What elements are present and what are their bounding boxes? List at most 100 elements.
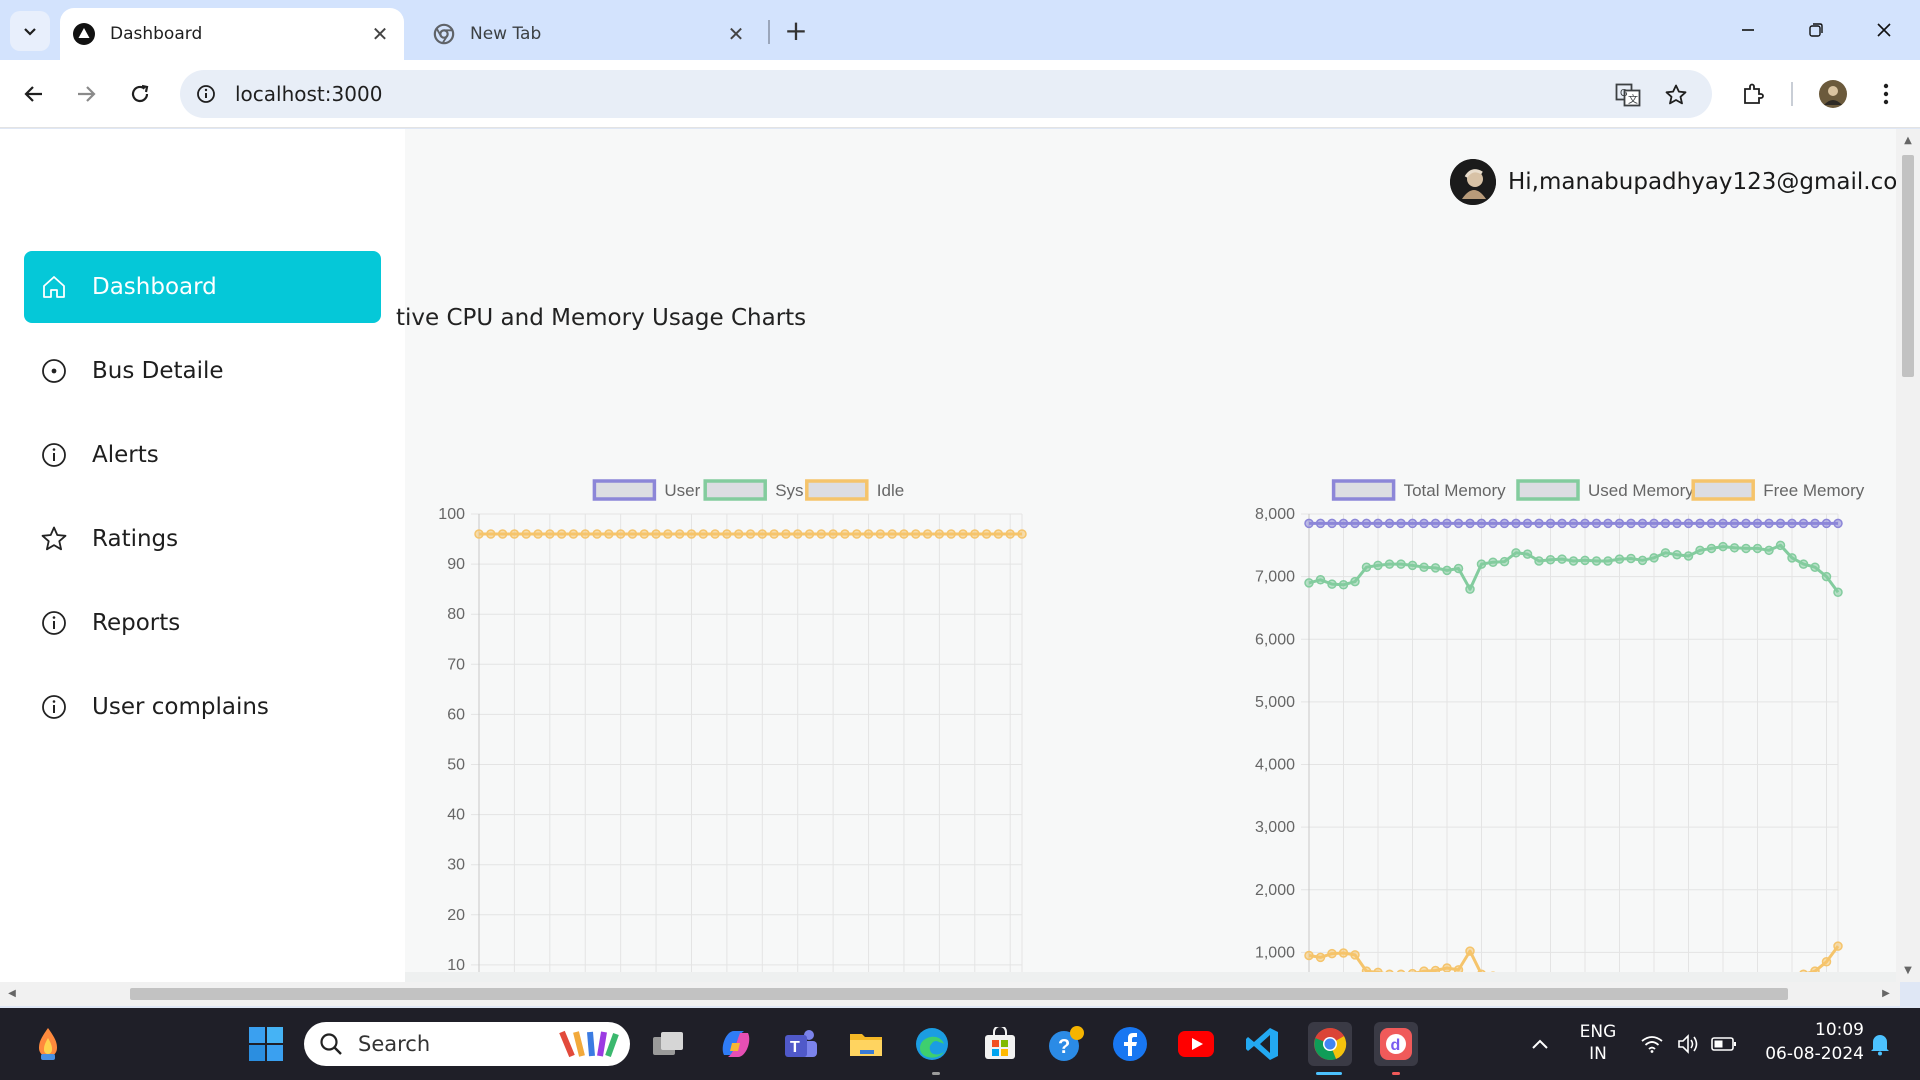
file-explorer-icon[interactable] — [846, 1024, 886, 1064]
data-point — [1626, 553, 1636, 564]
close-window-button[interactable] — [1864, 10, 1904, 50]
data-point — [981, 529, 992, 539]
sidebar-item-reports[interactable]: Reports — [24, 587, 381, 659]
data-point — [993, 529, 1004, 539]
user-greeting: Hi,manabupadhyay123@gmail.com — [1508, 169, 1900, 195]
y-tick-label: 100 — [438, 506, 465, 523]
y-tick-label: 4,000 — [1255, 757, 1295, 774]
back-button[interactable] — [14, 74, 54, 114]
svg-text:d: d — [1391, 1037, 1401, 1054]
y-tick-label: 7,000 — [1255, 569, 1295, 586]
data-point — [710, 529, 720, 539]
region-code: IN — [1589, 1044, 1607, 1064]
data-point — [1833, 941, 1843, 951]
site-info-icon[interactable] — [192, 80, 220, 108]
browser-menu-button[interactable] — [1866, 74, 1906, 114]
cpu-usage-chart: 0102030405060708090100147101316192225283… — [438, 479, 1027, 982]
sidebar-item-dashboard[interactable]: Dashboard — [24, 251, 381, 323]
y-tick-label: 50 — [447, 757, 465, 774]
data-point — [1545, 518, 1556, 529]
data-point — [1511, 548, 1521, 558]
start-button[interactable] — [246, 1024, 286, 1064]
reload-button[interactable] — [120, 74, 160, 114]
youtube-icon[interactable] — [1176, 1024, 1216, 1064]
extensions-icon[interactable] — [1733, 74, 1773, 114]
data-point — [1683, 518, 1694, 529]
scroll-left-icon[interactable]: ◀ — [6, 988, 18, 1000]
restore-button[interactable] — [1796, 10, 1836, 50]
translate-icon[interactable]: G文 — [1613, 80, 1643, 110]
clock[interactable]: 10:09 06-08-2024 — [1752, 1020, 1864, 1064]
data-point — [1453, 563, 1464, 574]
legend-label: Total Memory — [1404, 481, 1507, 500]
wifi-icon[interactable] — [1632, 1024, 1672, 1064]
tab-search-button[interactable] — [10, 11, 50, 51]
weather-widget-icon[interactable] — [28, 1024, 68, 1064]
horizontal-scrollbar[interactable]: ◀ ▶ — [0, 982, 1900, 1006]
data-point — [1407, 560, 1418, 571]
legend-swatch — [592, 479, 657, 501]
y-tick-label: 6,000 — [1255, 631, 1295, 648]
battery-icon[interactable] — [1704, 1024, 1744, 1064]
scroll-up-icon[interactable]: ▲ — [1902, 135, 1914, 147]
microsoft-store-icon[interactable] — [980, 1024, 1020, 1064]
close-tab-icon[interactable]: ✕ — [722, 20, 750, 48]
data-point — [1396, 518, 1406, 529]
sidebar-item-bus-detaile[interactable]: Bus Detaile — [24, 335, 381, 407]
data-point — [1729, 543, 1740, 553]
data-point — [1361, 562, 1372, 572]
running-indicator — [1392, 1072, 1400, 1075]
data-point — [1649, 518, 1659, 529]
vscode-icon[interactable] — [1242, 1024, 1282, 1064]
close-tab-icon[interactable]: ✕ — [366, 20, 394, 48]
task-view-icon[interactable] — [648, 1024, 688, 1064]
sidebar-item-ratings[interactable]: Ratings — [24, 503, 381, 575]
scrollbar-thumb[interactable] — [1902, 155, 1914, 377]
data-point — [1810, 518, 1820, 529]
forward-button[interactable] — [66, 74, 106, 114]
edge-icon[interactable] — [912, 1024, 952, 1064]
copilot-icon[interactable] — [716, 1024, 756, 1064]
scroll-down-icon[interactable]: ▼ — [1902, 965, 1914, 977]
scroll-right-icon[interactable]: ▶ — [1880, 988, 1892, 1000]
bookmark-star-icon[interactable] — [1661, 80, 1691, 110]
data-point — [1580, 518, 1590, 529]
sidebar: Dashboard Bus Detaile Alerts Ratings Rep… — [0, 129, 405, 982]
y-tick-label: 2,000 — [1255, 882, 1295, 899]
tab-dashboard[interactable]: Dashboard ✕ — [60, 8, 404, 60]
sidebar-item-alerts[interactable]: Alerts — [24, 419, 381, 491]
chrome-taskbar-icon[interactable] — [1308, 1022, 1352, 1066]
show-hidden-icons-chevron-icon[interactable] — [1520, 1024, 1560, 1064]
sidebar-item-label: Alerts — [92, 442, 159, 468]
tab-new-tab[interactable]: New Tab ✕ — [420, 8, 760, 60]
new-tab-button[interactable]: + — [780, 14, 812, 47]
volume-icon[interactable] — [1668, 1024, 1708, 1064]
vertical-scrollbar[interactable]: ▲ ▼ — [1896, 129, 1920, 982]
profile-avatar[interactable] — [1813, 74, 1853, 114]
data-point — [1775, 540, 1786, 551]
taskbar-search[interactable]: Search — [304, 1022, 630, 1066]
data-point — [792, 529, 803, 539]
legend-swatch — [1331, 479, 1396, 501]
facebook-icon[interactable] — [1110, 1024, 1150, 1064]
input-language[interactable]: ENG IN — [1570, 1022, 1626, 1064]
browser-toolbar: localhost:3000 G文 — [0, 60, 1920, 128]
data-point — [639, 529, 650, 539]
data-point — [1005, 529, 1015, 539]
sidebar-item-user-complains[interactable]: User complains — [24, 671, 381, 743]
data-point — [580, 529, 590, 539]
minimize-button[interactable] — [1728, 10, 1768, 50]
address-bar[interactable]: localhost:3000 G文 — [180, 70, 1712, 118]
app-d-icon[interactable]: d — [1374, 1022, 1418, 1066]
scrollbar-thumb[interactable] — [130, 988, 1788, 1000]
teams-icon[interactable]: T — [781, 1024, 821, 1064]
url-text[interactable]: localhost:3000 — [235, 82, 382, 106]
notification-bell-icon[interactable] — [1860, 1024, 1900, 1064]
data-point — [486, 529, 496, 539]
data-point — [1476, 559, 1487, 569]
data-point — [851, 529, 862, 539]
data-point — [1557, 554, 1567, 564]
get-help-icon[interactable]: ? — [1046, 1024, 1086, 1064]
user-chip[interactable]: Hi,manabupadhyay123@gmail.com — [1450, 159, 1900, 205]
data-point — [1821, 571, 1832, 582]
